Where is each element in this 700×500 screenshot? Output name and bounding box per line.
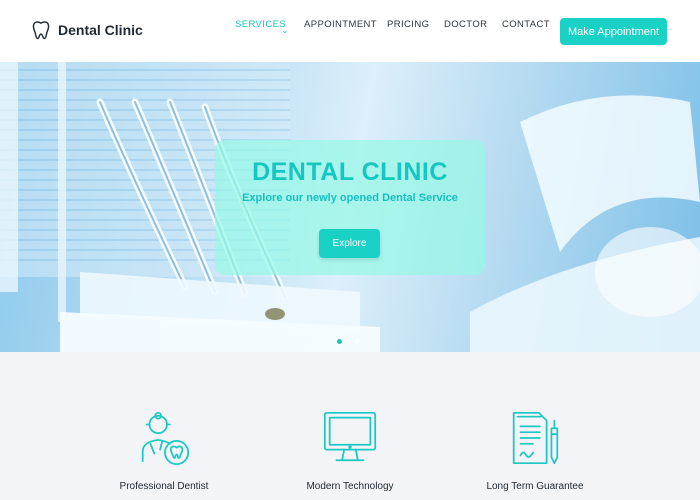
slider-dots xyxy=(337,339,360,344)
make-appointment-button[interactable]: Make Appointment xyxy=(560,18,667,45)
explore-button[interactable]: Explore xyxy=(319,229,380,258)
features-section: Professional Dentist Modern Technology L… xyxy=(0,352,700,500)
monitor-icon xyxy=(323,411,377,462)
feature-label: Professional Dentist xyxy=(119,481,209,492)
dentist-icon xyxy=(141,411,190,466)
site-header: Dental Clinic SERVICES ⌄ APPOINTMENT PRI… xyxy=(0,0,700,62)
nav-services[interactable]: SERVICES xyxy=(235,19,286,30)
brand-logo[interactable]: Dental Clinic xyxy=(32,20,143,40)
feature-professional-dentist: Professional Dentist xyxy=(94,407,234,492)
chevron-down-icon[interactable]: ⌄ xyxy=(281,25,289,36)
feature-label: Modern Technology xyxy=(306,481,394,492)
hero-card: DENTAL CLINIC Explore our newly opened D… xyxy=(215,140,485,275)
slider-dot[interactable] xyxy=(337,339,342,344)
nav-pricing[interactable]: PRICING xyxy=(387,19,429,30)
document-pen-icon xyxy=(512,411,559,465)
hero-title: DENTAL CLINIC xyxy=(252,158,448,186)
nav-contact[interactable]: CONTACT xyxy=(502,19,550,30)
hero-subtitle: Explore our newly opened Dental Service xyxy=(242,192,458,204)
slider-dot[interactable] xyxy=(346,339,351,344)
nav-appointment[interactable]: APPOINTMENT xyxy=(304,19,377,30)
feature-long-term-guarantee: Long Term Guarantee xyxy=(465,407,605,492)
feature-modern-technology: Modern Technology xyxy=(280,407,420,492)
tooth-icon xyxy=(32,21,50,40)
slider-dot[interactable] xyxy=(355,339,360,344)
feature-label: Long Term Guarantee xyxy=(486,481,584,492)
brand-name: Dental Clinic xyxy=(58,22,143,38)
hero-banner: DENTAL CLINIC Explore our newly opened D… xyxy=(0,62,700,352)
nav-doctor[interactable]: DOCTOR xyxy=(444,19,487,30)
